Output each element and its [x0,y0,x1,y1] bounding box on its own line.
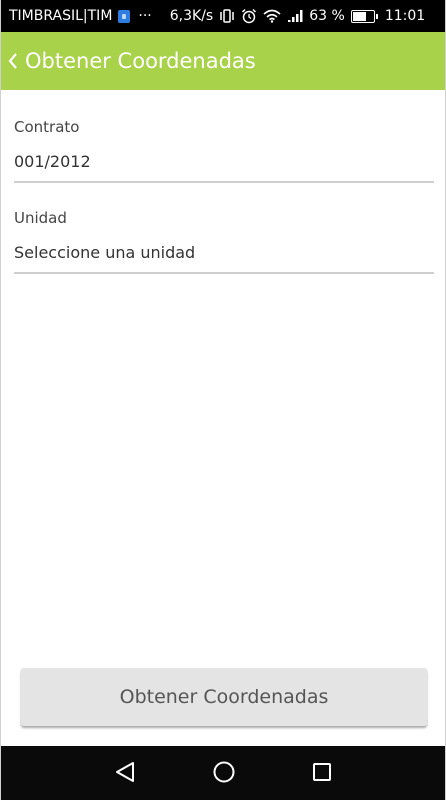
app-bar: Obtener Coordenadas [1,32,445,90]
wifi-icon [263,9,281,23]
clock: 11:01 [384,8,426,24]
app-screen: TIMBRASIL|TIM ··· 6,3K/s 63 % 11:01 Obte… [0,0,446,800]
signal-icon [287,9,305,23]
coordinates-form: Contrato 001/2012 Unidad Seleccione una … [14,90,434,274]
recents-square-icon[interactable] [308,758,336,786]
get-coordinates-button[interactable]: Obtener Coordenadas [21,668,427,726]
contract-field[interactable]: 001/2012 [14,152,434,183]
navigation-bar [1,746,445,800]
unit-label: Unidad [14,209,67,227]
unit-select[interactable]: Seleccione una unidad [14,243,434,274]
battery-icon [350,9,378,23]
contract-label: Contrato [14,118,80,136]
chevron-left-icon[interactable] [7,51,19,71]
network-speed: 6,3K/s [169,8,214,24]
status-bar: TIMBRASIL|TIM ··· 6,3K/s 63 % 11:01 [1,0,445,32]
back-triangle-icon[interactable] [111,758,139,786]
shield-icon [118,9,131,23]
page-title: Obtener Coordenadas [25,49,256,73]
vibrate-icon [219,9,235,23]
home-circle-icon[interactable] [210,758,238,786]
battery-percent: 63 % [309,8,345,24]
more-notifications-icon: ··· [138,8,152,24]
carrier-name: TIMBRASIL|TIM [9,8,113,24]
alarm-icon [241,8,257,24]
